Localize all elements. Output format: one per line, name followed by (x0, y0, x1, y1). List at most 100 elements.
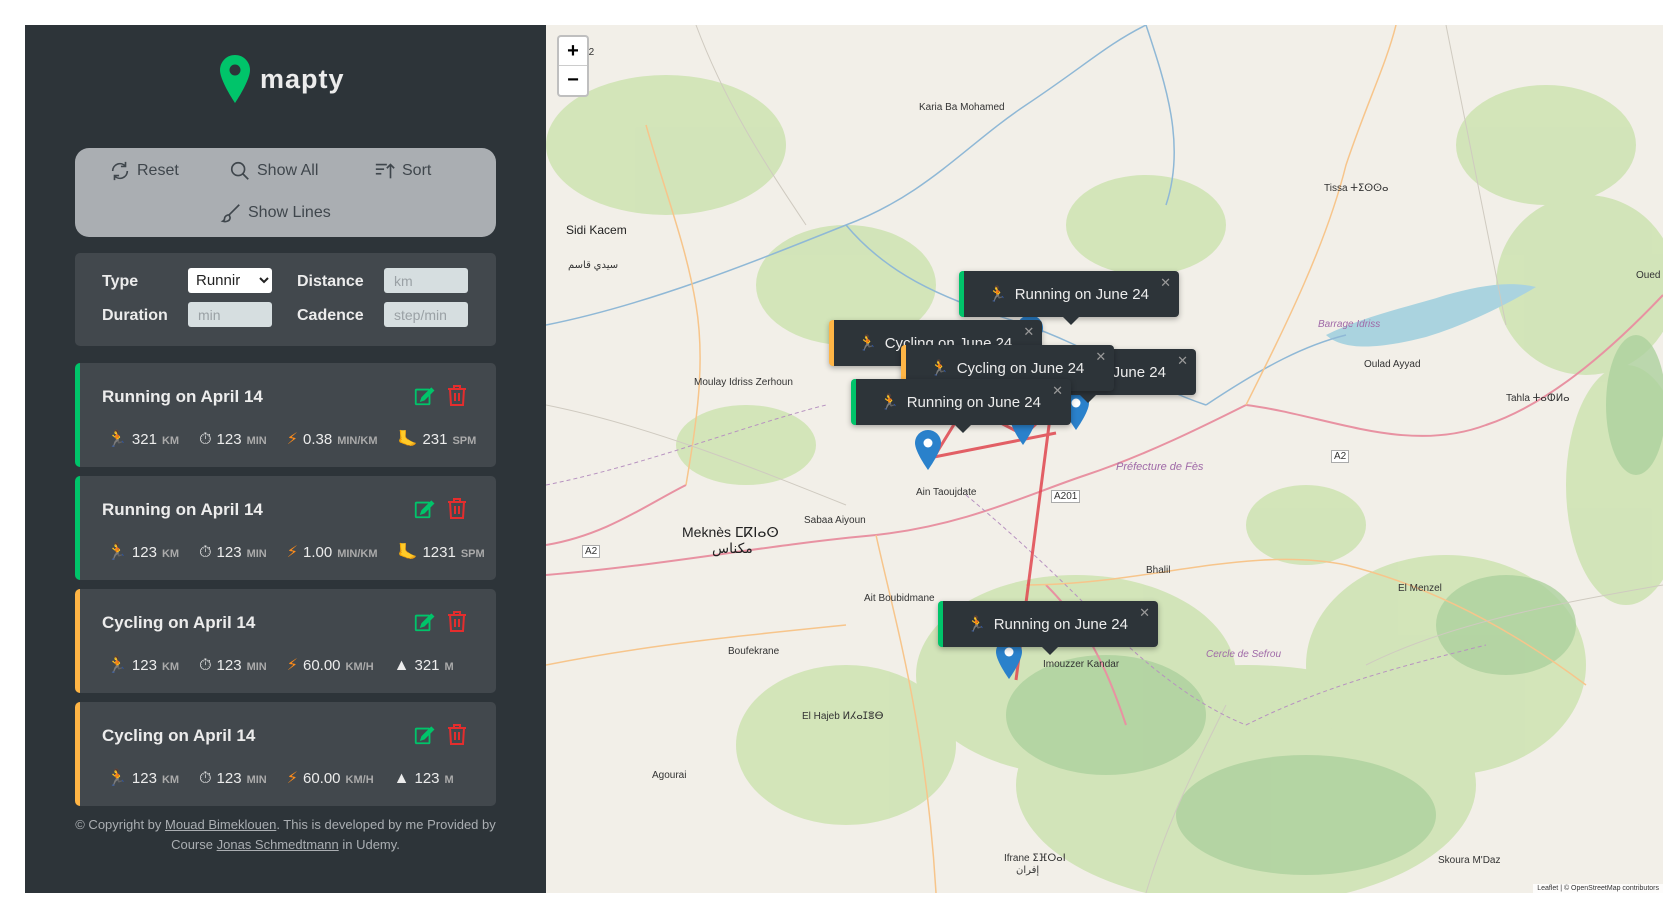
stopwatch-icon: ⏱ (199, 431, 212, 448)
stopwatch-icon: ⏱ (199, 544, 212, 561)
map-attribution[interactable]: Leaflet | © OpenStreetMap contributors (1533, 884, 1663, 893)
workout-popup[interactable]: 🏃 Running on June 24 ✕ (938, 601, 1158, 655)
runner-icon: 🏃 (880, 394, 899, 411)
map-label: Oulad Ayyad (1364, 359, 1421, 370)
trash-icon[interactable] (447, 384, 467, 406)
runner-icon: 🏃 (858, 335, 877, 352)
duration-unit: MIN (246, 774, 267, 786)
popup-label: Cycling on June 24 (956, 359, 1085, 377)
workout-card[interactable]: Running on April 14 🏃 123 KM ⏱ 123 MIN ⚡ 1.00… (75, 476, 496, 580)
distance-value: 321 (131, 431, 157, 448)
workout-card[interactable]: Cycling on April 14 🏃 123 KM ⏱ 123 MIN ⚡ 60.0… (75, 589, 496, 693)
search-icon (230, 161, 249, 180)
cadence-unit: SPM (460, 548, 485, 560)
workout-popup[interactable]: 🏃 Running on June 24 ✕ (851, 379, 1071, 433)
map[interactable]: A2 Sidi Kacem سيدي قاسم Meknès ⵎⴽⵏⴰⵙ مكن… (546, 25, 1663, 893)
map-label: Sabaa Aiyoun (804, 515, 866, 526)
map-marker-icon[interactable] (915, 430, 941, 470)
map-label: Agourai (652, 770, 687, 781)
workout-card[interactable]: Cycling on April 14 🏃 123 KM ⏱ 123 MIN ⚡ 60.0… (75, 702, 496, 806)
road-shield: A201 (1051, 490, 1081, 503)
distance-input[interactable] (384, 268, 468, 293)
workout-title: Cycling on April 14 (102, 613, 256, 632)
runner-icon: 🏃 (967, 616, 986, 633)
runner-icon: 🏃 (988, 286, 1007, 303)
distance-unit: KM (161, 774, 180, 786)
map-label: Ait Boubidmane (864, 593, 935, 604)
map-label: Skoura M'Daz (1438, 855, 1501, 866)
logo: mapty (220, 55, 345, 103)
map-label: إفران (1016, 865, 1040, 876)
type-select[interactable]: Runnir (188, 268, 272, 293)
copyright: © Copyright by Mouad Bimeklouen. This is… (75, 815, 496, 855)
cadence-input[interactable] (384, 302, 468, 327)
zoom-out-button[interactable]: − (559, 66, 587, 95)
author-link[interactable]: Mouad Bimeklouen (165, 817, 276, 832)
lightning-icon: ⚡ (286, 544, 298, 561)
close-icon[interactable]: ✕ (1052, 383, 1063, 399)
workout-title: Running on April 14 (102, 500, 263, 519)
distance-unit: KM (161, 435, 180, 447)
workout-card[interactable]: Running on April 14 🏃 321 KM ⏱ 123 MIN ⚡ 0.38… (75, 363, 496, 467)
duration-unit: MIN (246, 661, 267, 673)
duration-input[interactable] (188, 302, 272, 327)
close-icon[interactable]: ✕ (1177, 353, 1188, 369)
mountain-icon: ▲ (393, 657, 410, 674)
map-label: Ain Taoujdate (916, 487, 977, 498)
road-shield: A2 (582, 545, 601, 558)
sort-label: Sort (402, 162, 432, 179)
zoom-in-button[interactable]: + (559, 37, 587, 66)
stopwatch-icon: ⏱ (199, 657, 212, 674)
show-lines-label: Show Lines (248, 204, 331, 221)
show-all-label: Show All (257, 162, 319, 179)
edit-icon[interactable] (413, 611, 435, 633)
edit-icon[interactable] (413, 724, 435, 746)
edit-icon[interactable] (413, 498, 435, 520)
copyright-suffix: in Udemy. (338, 837, 400, 852)
course-author-link[interactable]: Jonas Schmedtmann (217, 837, 339, 852)
workout-title: Running on April 14 (102, 387, 263, 406)
trash-icon[interactable] (447, 723, 467, 745)
show-all-button[interactable]: Show All (229, 160, 318, 182)
distance-unit: KM (161, 548, 180, 560)
reset-button[interactable]: Reset (109, 160, 179, 182)
map-label: مكناس (712, 540, 753, 556)
popup-label: Running on June 24 (1014, 285, 1149, 303)
app-container: mapty Reset Show All Sort Show Lines Typ… (25, 25, 1663, 893)
duration-value: 123 (216, 770, 242, 787)
elevation-value: 321 (414, 657, 440, 674)
runner-icon: 🏃 (107, 657, 127, 674)
close-icon[interactable]: ✕ (1095, 349, 1106, 365)
cadence-value: 231 (422, 431, 448, 448)
edit-icon[interactable] (413, 385, 435, 407)
runner-icon: 🏃 (930, 360, 949, 377)
close-icon[interactable]: ✕ (1160, 275, 1171, 291)
popup-label: Running on June 24 (906, 393, 1041, 411)
lightning-icon: ⚡ (286, 657, 298, 674)
workout-stats: 🏃 123 KM ⏱ 123 MIN ⚡ 60.00 KM/H ▲ 123 M (107, 768, 474, 788)
lightning-icon: ⚡ (286, 431, 298, 448)
duration-unit: MIN (246, 548, 267, 560)
duration-label: Duration (102, 307, 168, 324)
close-icon[interactable]: ✕ (1023, 324, 1034, 340)
pace-unit: MIN/KM (337, 548, 378, 560)
trash-icon[interactable] (447, 497, 467, 519)
pace-unit: MIN/KM (337, 435, 378, 447)
map-label: Préfecture de Fès (1116, 461, 1204, 473)
map-label: Meknès ⵎⴽⵏⴰⵙ (682, 524, 779, 540)
trash-icon[interactable] (447, 610, 467, 632)
pace-value: 0.38 (302, 431, 333, 448)
map-label: El Hajeb ⵍⵃⴰⵊⴻⴱ (802, 711, 884, 722)
map-pin-logo-icon (220, 55, 250, 103)
map-label: Moulay Idriss Zerhoun (694, 377, 793, 388)
copyright-prefix: © Copyright by (75, 817, 166, 832)
show-lines-button[interactable]: Show Lines (220, 202, 331, 224)
workout-popup[interactable]: 🏃 Running on June 24 ✕ (959, 271, 1179, 325)
map-label: سيدي قاسم (568, 260, 619, 271)
close-icon[interactable]: ✕ (1139, 605, 1150, 621)
sort-button[interactable]: Sort (374, 160, 431, 182)
runner-icon: 🏃 (107, 770, 127, 787)
lightning-icon: ⚡ (286, 770, 298, 787)
distance-label: Distance (297, 273, 364, 290)
cadence-unit: SPM (452, 435, 477, 447)
